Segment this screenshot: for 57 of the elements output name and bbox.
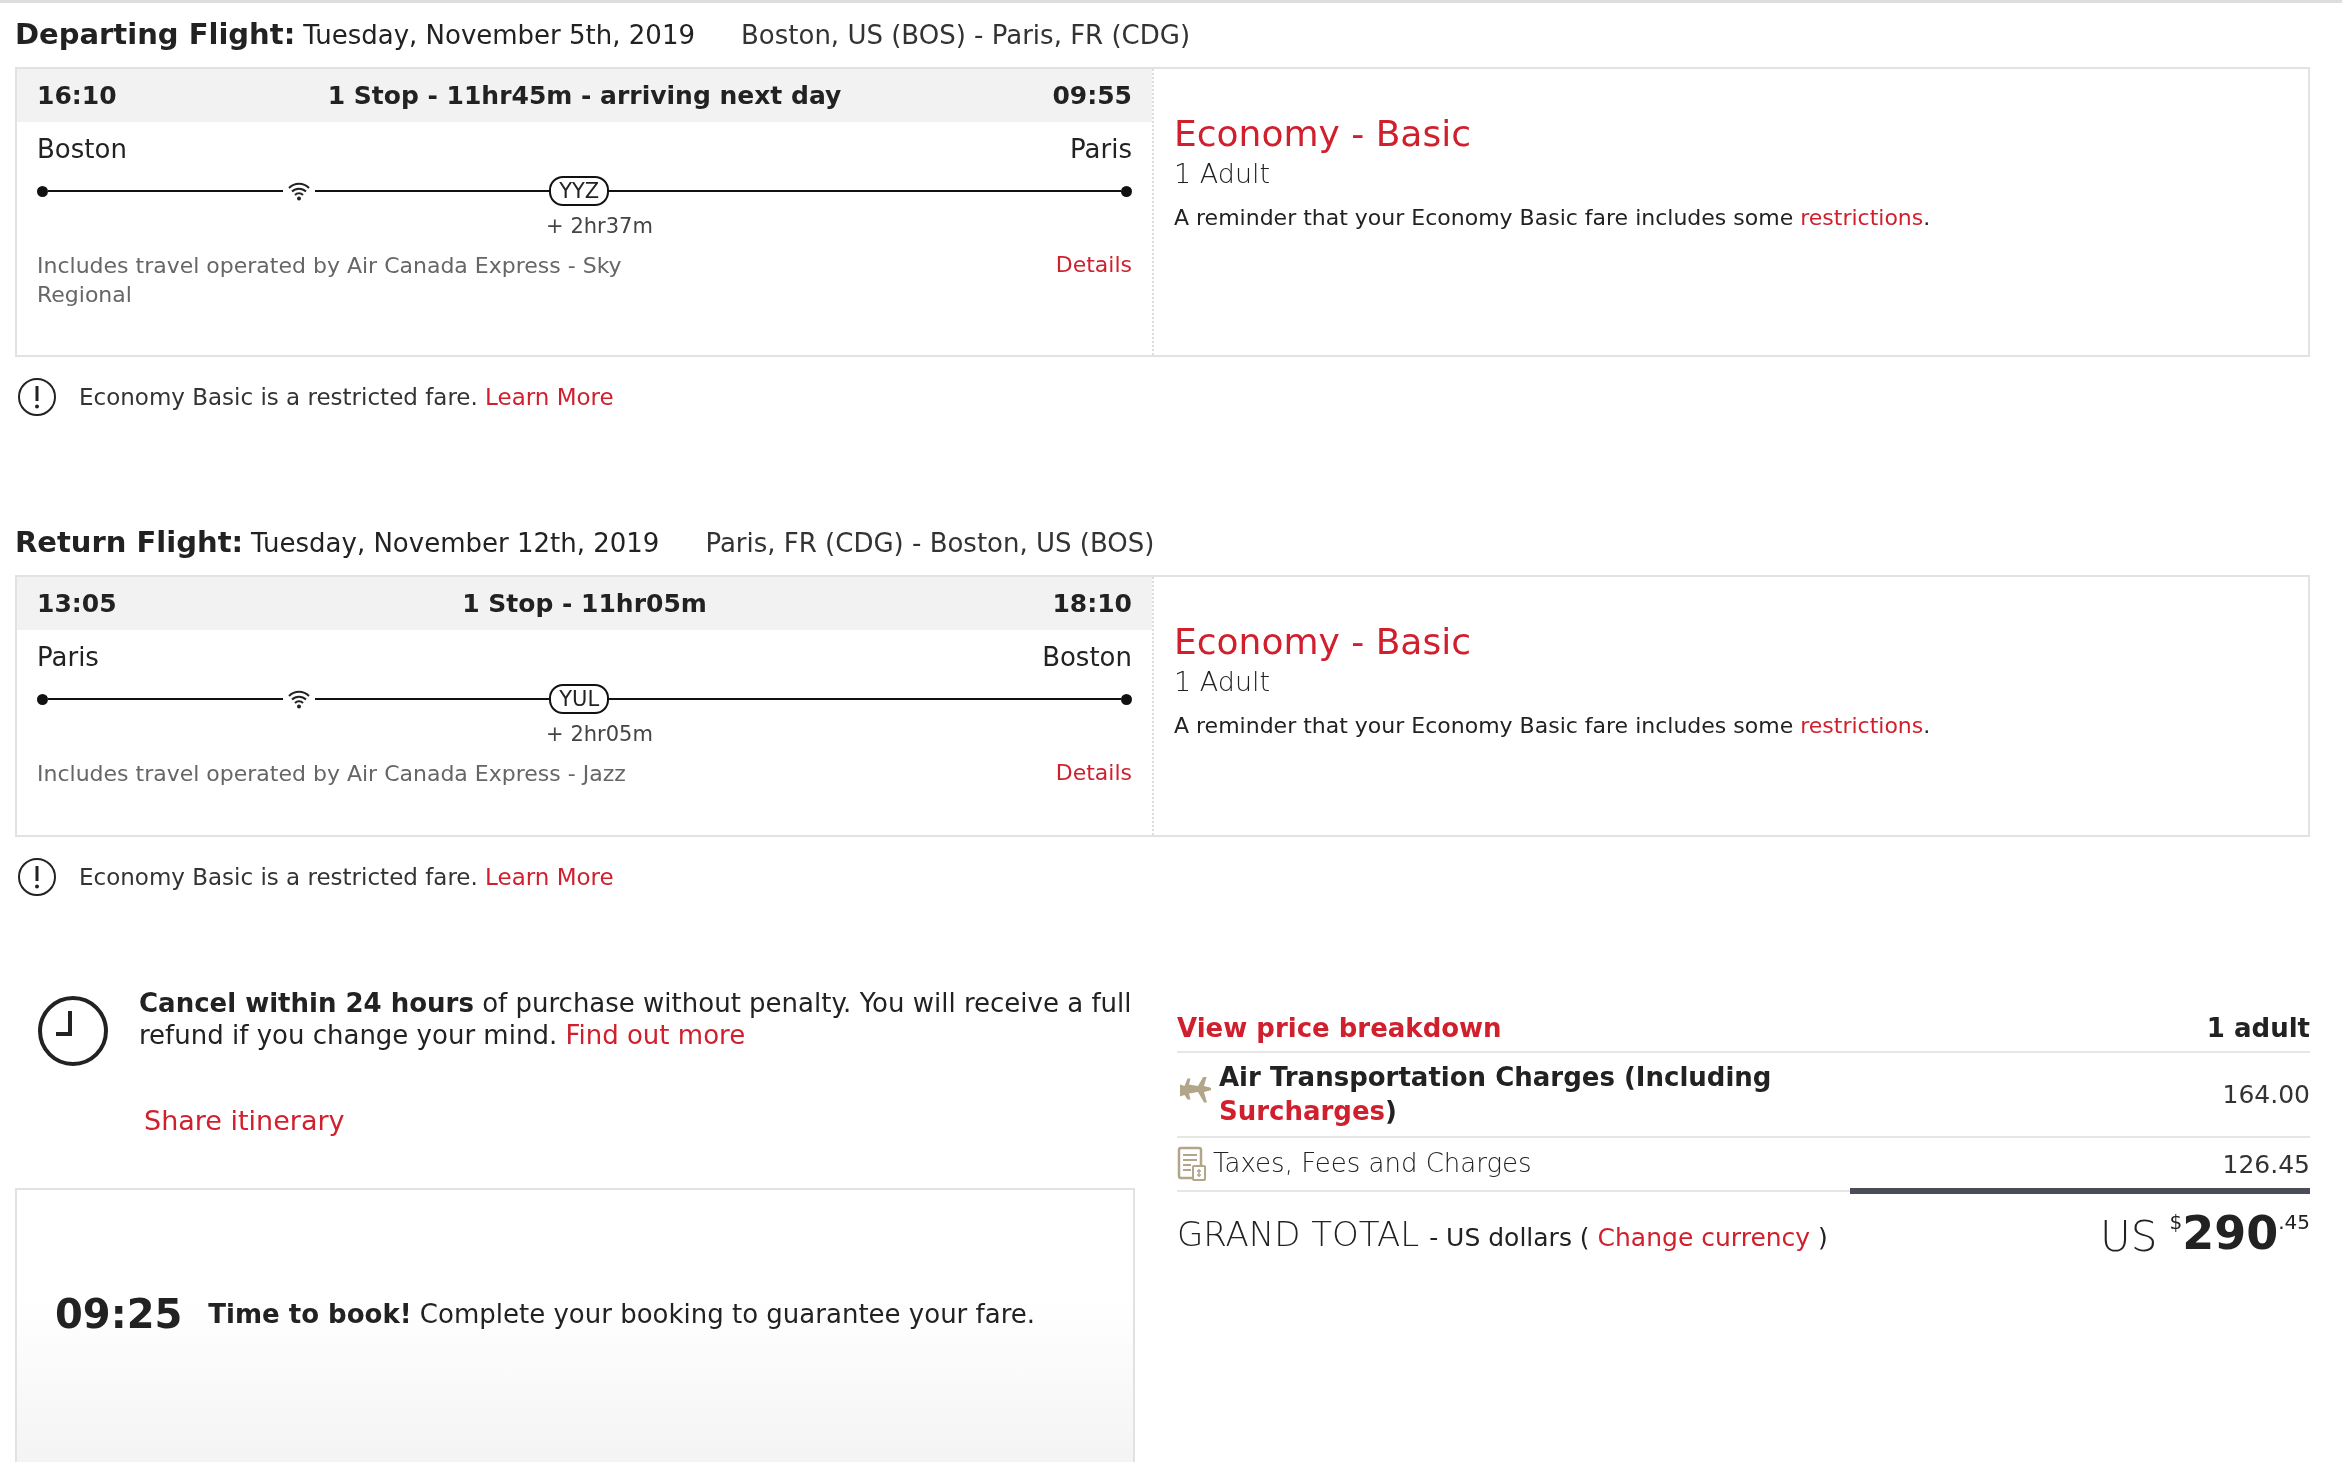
operator-note: Includes travel operated by Air Canada Express - Sky Regional (37, 252, 623, 309)
stop-code: YUL (549, 684, 610, 715)
find-out-more-link[interactable]: Find out more (565, 1020, 746, 1051)
fare-notice: Economy Basic is a restricted fare. Learn More (79, 384, 614, 411)
section-title: Departing Flight: (15, 17, 296, 51)
arrival-time: 09:55 (1052, 81, 1132, 110)
clock-icon (37, 994, 109, 1067)
receipt-icon (1177, 1146, 1207, 1183)
flight-summary: 1 Stop - 11hr05m (462, 589, 707, 619)
flight-date: Tuesday, November 5th, 2019 (303, 20, 695, 50)
passenger-count: 1 Adult (1174, 666, 1271, 698)
learn-more-link[interactable]: Learn More (485, 863, 614, 890)
change-currency-link[interactable]: Change currency (1597, 1222, 1811, 1252)
details-link[interactable]: Details (1055, 252, 1132, 277)
surcharges-link[interactable]: Surcharges (1219, 1095, 1386, 1126)
origin-city: Paris (37, 642, 99, 673)
wifi-icon (286, 181, 311, 201)
learn-more-link[interactable]: Learn More (485, 384, 614, 411)
departure-time: 13:05 (37, 589, 117, 619)
wifi-icon (286, 689, 311, 710)
charge-label: Air Transportation Charges (Including Surcharges) (1219, 1060, 1773, 1128)
cancel-policy: Cancel within 24 hours of purchase without penalty. You will receive a full refund if you change your mind. Find out more (139, 986, 1133, 1052)
origin-city: Boston (37, 134, 127, 164)
fare-name: Economy - Basic (1174, 621, 1471, 663)
passenger-count: 1 Adult (1174, 158, 1271, 189)
flight-date: Tuesday, November 12th, 2019 (251, 528, 660, 559)
timer-message: Time to book! Complete your booking to guarantee your fare. (208, 1298, 1036, 1329)
fare-reminder: A reminder that your Economy Basic fare includes some restrictions. (1174, 713, 1931, 739)
flight-summary: 1 Stop - 11hr45m - arriving next day (327, 81, 842, 110)
section-title: Return Flight: (15, 525, 244, 560)
countdown-time: 09:25 (55, 1290, 183, 1337)
passenger-count: 1 adult (2206, 1012, 2310, 1043)
fare-reminder: A reminder that your Economy Basic fare includes some restrictions. (1174, 205, 1931, 230)
destination-city: Paris (1070, 134, 1132, 164)
layover-time: + 2hr37m (546, 214, 653, 238)
charge-amount: 164.00 (2222, 1080, 2310, 1110)
exclamation-icon (17, 856, 57, 897)
fare-notice: Economy Basic is a restricted fare. Learn More (79, 863, 614, 890)
destination-city: Boston (1042, 642, 1132, 673)
fare-name: Economy - Basic (1174, 113, 1471, 154)
currency-note: - US dollars ( Change currency ) (1429, 1222, 1828, 1252)
operator-note: Includes travel operated by Air Canada Express - Jazz (37, 760, 626, 789)
charge-amount: 126.45 (2222, 1149, 2310, 1179)
restrictions-link[interactable]: restrictions (1800, 205, 1924, 230)
details-link[interactable]: Details (1055, 760, 1132, 786)
exclamation-icon (17, 377, 57, 418)
flight-route: Paris, FR (CDG) - Boston, US (BOS) (705, 528, 1155, 559)
stop-code: YYZ (549, 176, 610, 206)
departure-time: 16:10 (37, 81, 117, 110)
arrival-time: 18:10 (1052, 589, 1132, 619)
share-itinerary-link[interactable]: Share itinerary (144, 1104, 345, 1136)
grand-total-label: GRAND TOTAL (1177, 1213, 1420, 1254)
layover-time: + 2hr05m (546, 722, 653, 747)
flight-route: Boston, US (BOS) - Paris, FR (CDG) (741, 20, 1191, 50)
restrictions-link[interactable]: restrictions (1800, 713, 1924, 739)
charge-label: Taxes, Fees and Charges (1213, 1147, 1532, 1181)
price-breakdown-link[interactable]: View price breakdown (1177, 1012, 1502, 1043)
